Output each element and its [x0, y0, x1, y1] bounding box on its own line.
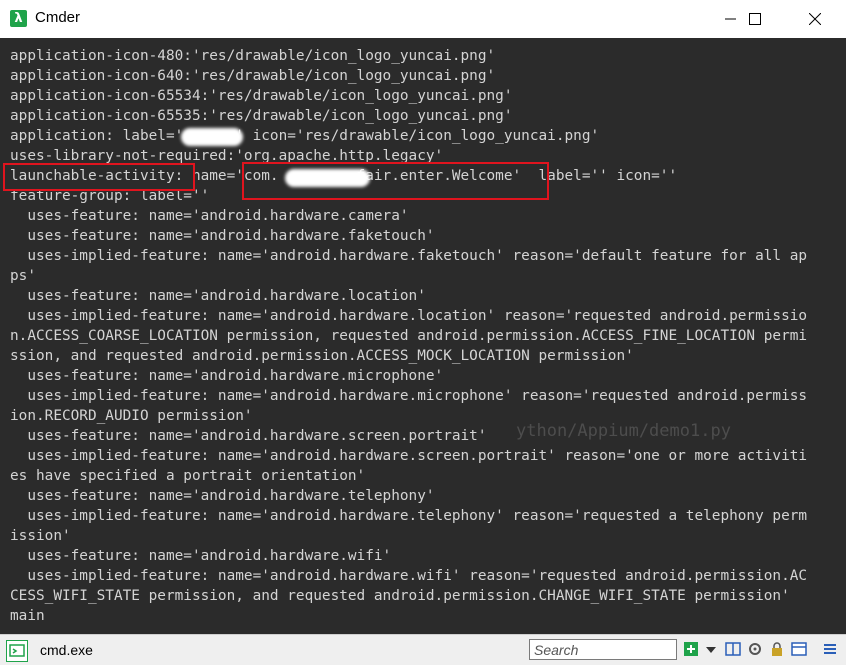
- lock-icon[interactable]: [769, 641, 785, 657]
- terminal-line: uses-implied-feature: name='android.hard…: [10, 568, 808, 584]
- terminal-line: uses-feature: name='android.hardware.mic…: [10, 368, 444, 384]
- terminal-line: uses-implied-feature: name='android.hard…: [10, 448, 808, 464]
- ghost-text: ython/Appium/demo1.py: [516, 421, 731, 441]
- terminal-line: uses-feature: name='android.hardware.cam…: [10, 208, 409, 224]
- dropdown-icon[interactable]: [703, 641, 719, 657]
- search-placeholder: Search: [534, 642, 579, 658]
- status-bar: cmd.exe Search: [0, 634, 846, 665]
- window-icon[interactable]: [791, 641, 807, 657]
- terminal-line: es have specified a portrait orientation…: [10, 468, 366, 484]
- lambda-icon[interactable]: λ: [10, 10, 27, 27]
- terminal-line: uses-feature: name='android.hardware.fak…: [10, 228, 435, 244]
- settings-icon[interactable]: [747, 641, 763, 657]
- terminal-line: n.ACCESS_COARSE_LOCATION permission, req…: [10, 328, 808, 344]
- terminal-line: uses-implied-feature: name='android.hard…: [10, 248, 808, 264]
- terminal-line: ion.RECORD_AUDIO permission': [10, 408, 253, 424]
- highlight-box-launchable-label: [3, 163, 195, 191]
- maximize-icon: [749, 13, 761, 25]
- redaction-package: [285, 169, 370, 187]
- close-icon: [809, 13, 821, 25]
- terminal-line: uses-implied-feature: name='android.hard…: [10, 508, 808, 524]
- tab-cmd[interactable]: cmd.exe: [40, 642, 93, 658]
- terminal-line: uses-feature: name='android.hardware.wif…: [10, 548, 392, 564]
- scrollbar[interactable]: [838, 38, 846, 634]
- menu-icon[interactable]: [822, 641, 838, 657]
- window-title: Cmder: [35, 9, 81, 26]
- add-tab-icon[interactable]: [683, 641, 699, 657]
- terminal-line: uses-feature: name='android.hardware.scr…: [10, 428, 487, 444]
- terminal-line: uses-implied-feature: name='android.hard…: [10, 308, 808, 324]
- terminal-line: application: label=' ' icon='res/drawabl…: [10, 128, 600, 144]
- terminal-line: uses-implied-feature: name='android.hard…: [10, 388, 808, 404]
- terminal-line: application-icon-65535:'res/drawable/ico…: [10, 108, 513, 124]
- split-icon[interactable]: [725, 641, 741, 657]
- terminal-line: uses-feature: name='android.hardware.loc…: [10, 288, 426, 304]
- terminal-line: ssion, and requested android.permission.…: [10, 348, 634, 364]
- terminal-line: ission': [10, 528, 71, 544]
- terminal-line: main: [10, 608, 45, 624]
- terminal-line: application-icon-480:'res/drawable/icon_…: [10, 48, 496, 64]
- redaction-label: [181, 128, 243, 146]
- terminal-line: application-icon-65534:'res/drawable/ico…: [10, 88, 513, 104]
- search-input[interactable]: Search: [529, 639, 677, 660]
- terminal-line: application-icon-640:'res/drawable/icon_…: [10, 68, 496, 84]
- maximize-button[interactable]: [732, 0, 778, 38]
- console-icon[interactable]: [6, 640, 28, 662]
- terminal-line: CESS_WIFI_STATE permission, and requeste…: [10, 588, 790, 604]
- title-bar: λ Cmder: [0, 0, 846, 38]
- terminal-line: ps': [10, 268, 36, 284]
- terminal-line: uses-feature: name='android.hardware.tel…: [10, 488, 435, 504]
- close-button[interactable]: [792, 0, 838, 38]
- terminal-output[interactable]: ython/Appium/demo1.py application-icon-4…: [0, 38, 846, 634]
